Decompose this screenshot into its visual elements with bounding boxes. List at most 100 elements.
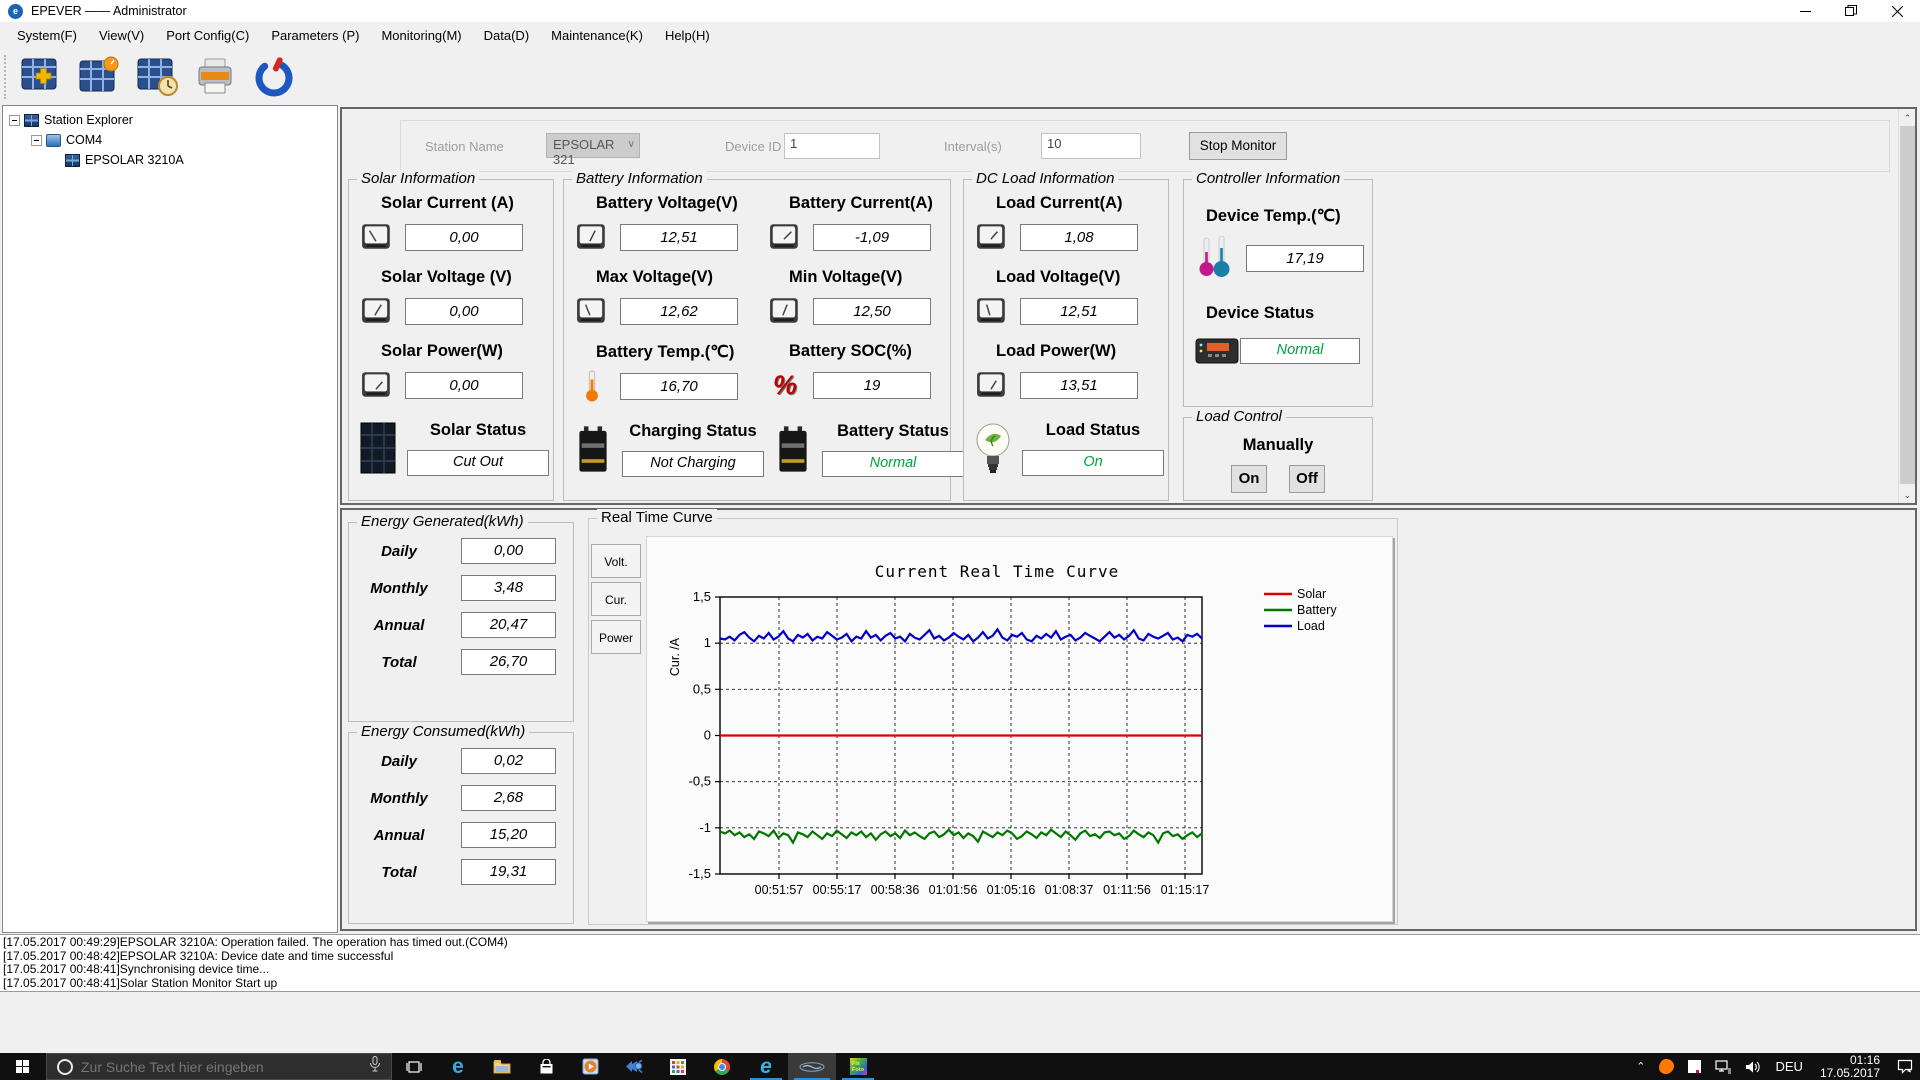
cortana-icon xyxy=(57,1058,73,1075)
search-input[interactable] xyxy=(81,1058,369,1075)
scroll-down-icon[interactable]: ⌄ xyxy=(1899,486,1916,503)
scrollbar-thumb[interactable] xyxy=(1900,126,1915,484)
min-voltage-label: Min Voltage(V) xyxy=(789,268,903,286)
tree-item-epsolar-3210a[interactable]: EPSOLAR 3210A xyxy=(3,150,337,170)
svg-text:00:58:36: 00:58:36 xyxy=(871,883,920,897)
scroll-up-icon[interactable]: ⌃ xyxy=(1899,109,1916,126)
action-center-icon[interactable] xyxy=(1890,1053,1920,1080)
tree-item-com4[interactable]: COM4 xyxy=(3,130,337,150)
window-title: EPEVER —— Administrator xyxy=(31,4,187,18)
edge-icon[interactable]: e xyxy=(436,1053,480,1080)
menu-monitoring[interactable]: Monitoring(M) xyxy=(370,24,472,47)
print-button[interactable] xyxy=(190,53,242,101)
station-icon xyxy=(24,113,39,127)
clock[interactable]: 01:16 17.05.2017 xyxy=(1810,1053,1890,1080)
media-player-icon[interactable] xyxy=(568,1053,612,1080)
svg-text:1: 1 xyxy=(704,635,711,650)
collapse-icon[interactable] xyxy=(31,134,42,146)
internet-explorer-icon[interactable]: e xyxy=(744,1053,788,1080)
player-icon[interactable] xyxy=(612,1053,656,1080)
realtime-chart: 1,5 1 0,5 0 -0,5 -1 -1,5 00:51:57 00:55:17 00:58:… xyxy=(646,536,1393,922)
start-button[interactable] xyxy=(0,1053,46,1080)
station-name-combo[interactable]: EPSOLAR 321 ∨ xyxy=(546,133,640,167)
solar-current-value: 0,00 xyxy=(405,223,523,251)
tray-expand-icon[interactable]: ⌃ xyxy=(1629,1053,1652,1080)
group-title: DC Load Information xyxy=(972,170,1119,187)
battery-information-group: Battery Information Battery Voltage(V) 1… xyxy=(563,170,964,501)
stop-monitor-button[interactable]: Stop Monitor xyxy=(1189,132,1287,160)
tab-cur[interactable]: Cur. xyxy=(591,582,641,616)
app-tray-icon[interactable] xyxy=(1681,1053,1708,1080)
station-explorer-tree: Station Explorer COM4 EPSOLAR 3210A xyxy=(2,105,338,933)
gauge-icon xyxy=(574,294,610,328)
monitor-station-button[interactable] xyxy=(74,53,126,101)
load-control-group: Load Control Manually On Off xyxy=(1183,408,1373,501)
epever-app-icon[interactable] xyxy=(788,1053,836,1080)
solar-power-value: 0,00 xyxy=(405,371,523,399)
detail-panel: Energy Generated(kWh) Daily 0,00 Monthly 3… xyxy=(340,508,1917,931)
exit-power-button[interactable] xyxy=(248,53,300,101)
chrome-icon[interactable] xyxy=(700,1053,744,1080)
gen-annual-value: 20,47 xyxy=(461,612,556,638)
com-port-icon xyxy=(46,133,61,147)
windows-logo-icon xyxy=(16,1059,30,1074)
bulb-icon xyxy=(970,420,1016,476)
interval-label: Interval(s) xyxy=(944,139,1002,154)
store-icon[interactable] xyxy=(524,1053,568,1080)
volume-tray-icon[interactable] xyxy=(1738,1053,1768,1080)
svg-text:Load: Load xyxy=(1297,619,1325,633)
gen-monthly-value: 3,48 xyxy=(461,575,556,601)
battery-status-value: Normal xyxy=(822,450,964,477)
gen-total-label: Total xyxy=(381,653,417,671)
avast-tray-icon[interactable] xyxy=(1652,1053,1681,1080)
device-id-field[interactable]: 1 xyxy=(784,133,880,159)
group-title: Real Time Curve xyxy=(597,509,717,526)
menu-view[interactable]: View(V) xyxy=(88,24,155,47)
svg-text:01:11:56: 01:11:56 xyxy=(1103,883,1151,897)
restore-button[interactable] xyxy=(1828,0,1874,22)
collapse-icon[interactable] xyxy=(9,114,20,126)
minimize-button[interactable] xyxy=(1782,0,1828,22)
fixfoto-icon[interactable]: Fix Foto xyxy=(836,1053,880,1080)
tree-item-station-explorer[interactable]: Station Explorer xyxy=(3,110,337,130)
monitor-scrollbar[interactable]: ⌃ ⌄ xyxy=(1898,109,1915,503)
group-title: Solar Information xyxy=(357,170,480,187)
con-monthly-label: Monthly xyxy=(370,789,428,807)
load-voltage-value: 12,51 xyxy=(1020,297,1138,325)
con-daily-value: 0,02 xyxy=(461,748,556,774)
device-icon xyxy=(65,153,80,167)
menu-data[interactable]: Data(D) xyxy=(473,24,541,47)
svg-text:Battery: Battery xyxy=(1297,603,1337,617)
network-tray-icon[interactable] xyxy=(1708,1053,1738,1080)
language-indicator[interactable]: DEU xyxy=(1768,1053,1809,1080)
menu-help[interactable]: Help(H) xyxy=(654,24,721,47)
menu-system[interactable]: System(F) xyxy=(6,24,88,47)
file-explorer-icon[interactable] xyxy=(480,1053,524,1080)
app-logo-icon: e xyxy=(8,3,23,19)
menu-port-config[interactable]: Port Config(C) xyxy=(155,24,260,47)
load-on-button[interactable]: On xyxy=(1231,465,1267,493)
add-station-button[interactable] xyxy=(16,53,68,101)
dual-thermometer-icon xyxy=(1194,234,1236,282)
tab-power[interactable]: Power xyxy=(591,620,641,654)
charging-status-label: Charging Status xyxy=(629,421,757,440)
group-title: Energy Consumed(kWh) xyxy=(357,723,530,740)
min-voltage-value: 12,50 xyxy=(813,297,931,325)
interval-field[interactable]: 10 xyxy=(1041,133,1141,159)
close-button[interactable] xyxy=(1874,0,1920,22)
menu-parameters[interactable]: Parameters (P) xyxy=(260,24,370,47)
microphone-icon[interactable] xyxy=(369,1056,381,1077)
svg-text:01:01:56: 01:01:56 xyxy=(929,883,978,897)
load-off-button[interactable]: Off xyxy=(1289,465,1325,493)
taskbar-search[interactable] xyxy=(46,1053,392,1080)
tab-volt[interactable]: Volt. xyxy=(591,544,641,578)
energy-generated-group: Energy Generated(kWh) Daily 0,00 Monthly 3… xyxy=(348,513,574,722)
tray-date: 17.05.2017 xyxy=(1819,1065,1880,1080)
app-grid-icon[interactable] xyxy=(656,1053,700,1080)
taskbar: e e FixFoto ⌃ DEU 01:1 xyxy=(0,1053,1920,1080)
gauge-icon xyxy=(359,220,395,254)
menu-maintenance[interactable]: Maintenance(K) xyxy=(540,24,654,47)
task-view-button[interactable] xyxy=(392,1053,436,1080)
history-data-button[interactable] xyxy=(132,53,184,101)
svg-text:-1,5: -1,5 xyxy=(689,866,711,881)
